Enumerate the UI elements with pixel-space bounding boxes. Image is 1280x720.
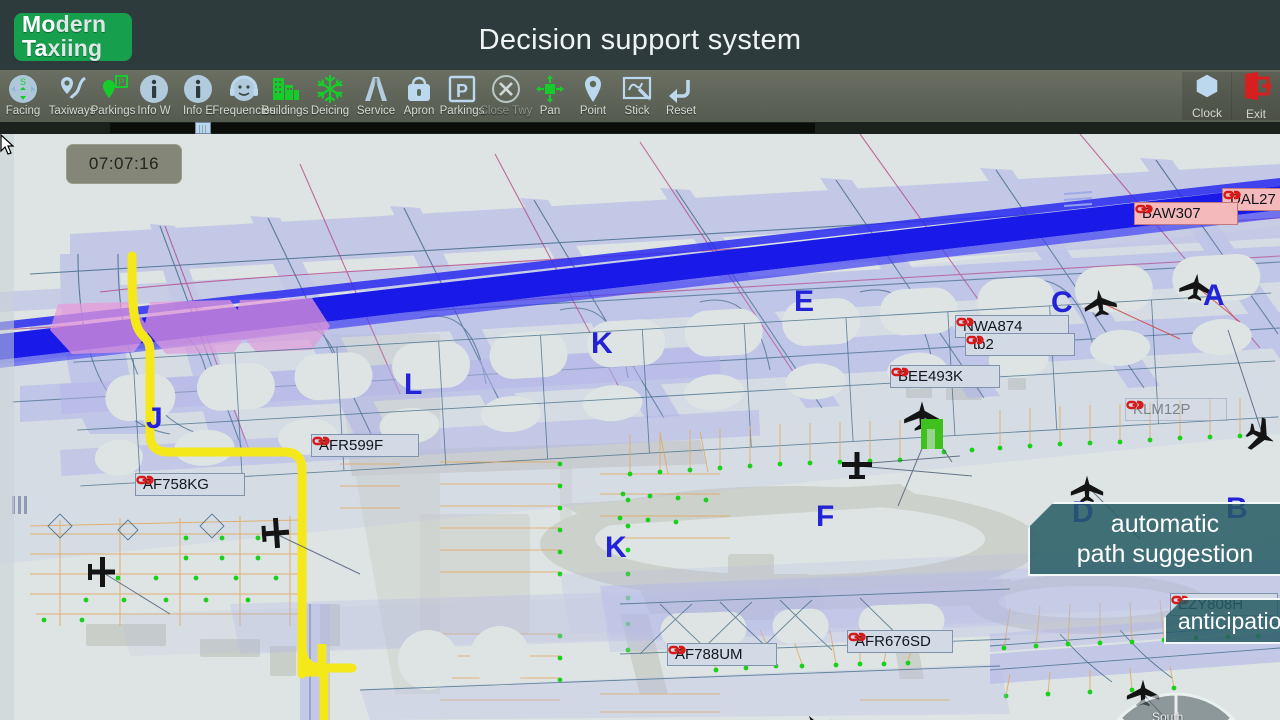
toolbar-button-reset[interactable]: Reset xyxy=(658,70,704,122)
toolbar-button-label: Clock xyxy=(1191,106,1222,120)
toolbar-button-service[interactable]: Service xyxy=(353,70,399,122)
toolbar-button-label: Stick xyxy=(624,105,650,117)
info-e-icon xyxy=(183,71,213,107)
airport-map[interactable]: ECAKLJKFDB 07:07:16 DAL27 BAW307 NWA874 … xyxy=(0,134,1280,720)
flight-label[interactable]: AFR599F xyxy=(311,434,419,457)
toolbar-button-label: Reset xyxy=(665,105,697,117)
toolbar-button-facing[interactable]: S Facing xyxy=(2,70,44,122)
taxiway-letter: L xyxy=(404,368,423,401)
stick-icon xyxy=(622,71,652,107)
pan-icon xyxy=(535,71,565,107)
callout-1-line2: path suggestion xyxy=(1076,540,1254,568)
svg-text:S: S xyxy=(20,77,26,87)
taxiway-letter: K xyxy=(591,327,613,360)
toolbar-button-clock[interactable]: Clock xyxy=(1182,72,1232,120)
toolbar-scrollbar-track[interactable] xyxy=(110,123,815,133)
svg-text:P: P xyxy=(456,81,468,101)
toolbar-button-apron[interactable]: Apron xyxy=(397,70,441,122)
taxiway-letter: K xyxy=(605,531,627,564)
page-title: Decision support system xyxy=(478,24,802,56)
decision-support-app: Modern Taxiing Decision support system S… xyxy=(0,0,1280,720)
taxiway-letter: J xyxy=(146,402,163,435)
info-w-icon xyxy=(139,71,169,107)
compass-sector-north xyxy=(1174,692,1235,720)
svg-text:P: P xyxy=(118,77,124,87)
callout-2-line1: anticipation xyxy=(1177,608,1280,634)
toolbar-button-label: Buildings xyxy=(261,105,309,117)
app-header: Modern Taxiing Decision support system xyxy=(0,0,1280,70)
toolbar-button-label: Parkings xyxy=(439,105,485,117)
apron-icon xyxy=(404,71,434,107)
toolbar-button-label: Exit xyxy=(1245,107,1266,121)
toolbar-button-label: Deicing xyxy=(310,105,350,117)
callout-1-line1: automatic xyxy=(1110,510,1220,538)
taxiway-letter: F xyxy=(816,500,835,533)
taxiway-letter: A xyxy=(1203,279,1225,312)
compass-zoom-widget[interactable]: South S E S W – + xyxy=(1094,690,1258,720)
map-graphics xyxy=(0,134,1280,720)
service-icon xyxy=(361,71,391,107)
flight-label[interactable]: BEE493K xyxy=(890,365,1000,388)
clock-icon xyxy=(1193,72,1221,105)
toolbar-button-label: Facing xyxy=(5,105,41,117)
flight-label[interactable]: AF788UM xyxy=(667,643,777,666)
taxiway-letter: E xyxy=(794,285,815,318)
toolbar-button-deicing[interactable]: Deicing xyxy=(305,70,355,122)
toolbar-button-point[interactable]: Point xyxy=(571,70,615,122)
flight-label[interactable]: KLM12P xyxy=(1125,398,1227,421)
toolbar-button-label: Apron xyxy=(403,105,435,117)
facing-icon: S xyxy=(8,71,38,107)
toolbar-button-label: Info W xyxy=(137,105,171,117)
deicing-icon xyxy=(315,71,345,107)
exit-icon xyxy=(1241,71,1274,106)
callout-anticipation: anticipation xyxy=(1164,598,1280,644)
buildings-icon xyxy=(270,71,300,107)
callout-automatic-path-suggestion: automatic path suggestion xyxy=(1028,502,1280,576)
toolbar-button-label: Point xyxy=(579,105,607,117)
toolbar-button-label: Service xyxy=(356,105,396,117)
toolbar-button-label: Parkings xyxy=(90,105,136,117)
toolbar-button-label: Pan xyxy=(539,105,561,117)
close-twy-icon xyxy=(491,71,521,107)
toolbar-scrollbar-thumb[interactable] xyxy=(195,122,211,134)
flight-callsign: AFR676SD xyxy=(855,633,931,650)
flight-label[interactable]: tb2 xyxy=(965,333,1075,356)
toolbar-button-close-twy[interactable]: Close Twy xyxy=(479,70,533,122)
flight-label[interactable]: AFR676SD xyxy=(847,630,953,653)
clock-time: 07:07:16 xyxy=(88,154,160,173)
parkings-p-icon: P xyxy=(447,71,477,107)
taxiways-icon xyxy=(57,71,87,107)
flight-label[interactable]: BAW307 xyxy=(1134,202,1238,225)
frequencies-icon xyxy=(229,71,259,107)
parkings-icon: P xyxy=(98,71,128,107)
toolbar-button-pan[interactable]: Pan xyxy=(531,70,569,122)
toolbar-button-exit[interactable]: Exit xyxy=(1231,71,1280,121)
toolbar-button-label: Info E xyxy=(182,105,214,117)
toolbar-button-info-w[interactable]: Info W xyxy=(131,70,177,122)
reset-icon xyxy=(666,71,696,107)
point-icon xyxy=(578,71,608,107)
toolbar-button-stick[interactable]: Stick xyxy=(616,70,658,122)
flight-label[interactable]: AF758KG xyxy=(135,473,245,496)
toolbar-button-label: Close Twy xyxy=(479,105,533,117)
simulation-clock: 07:07:16 xyxy=(66,144,182,184)
